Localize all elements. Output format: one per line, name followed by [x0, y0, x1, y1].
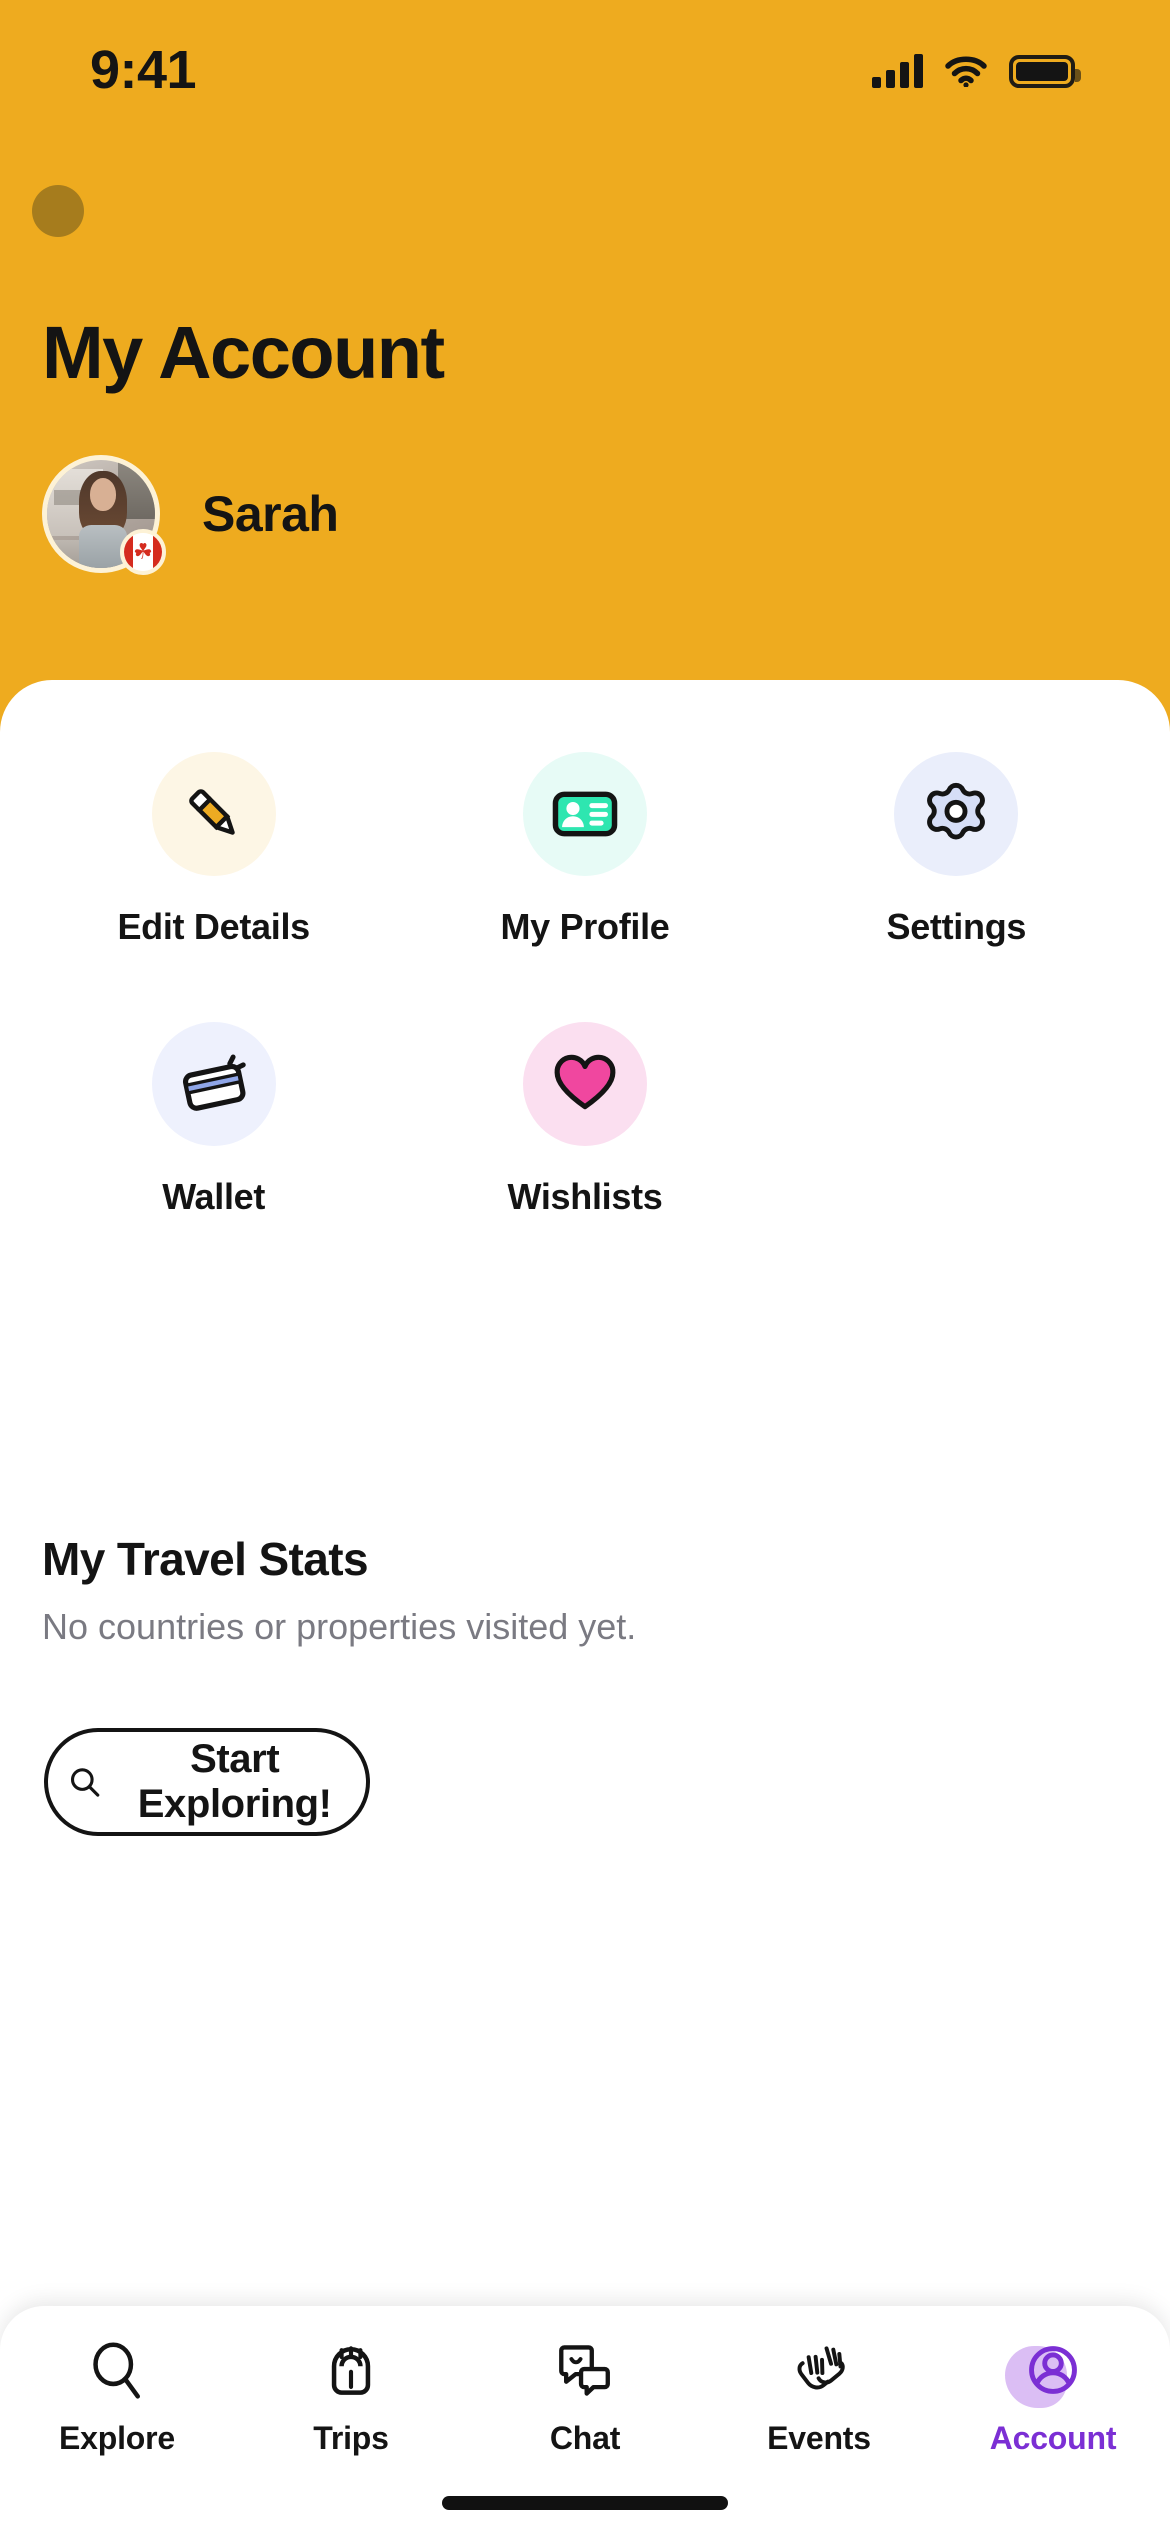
- bottom-tab-bar: Explore Trips Chat Events Account: [0, 2306, 1170, 2532]
- profile-summary[interactable]: ☘ Sarah: [42, 455, 339, 575]
- travel-stats-empty-message: No countries or properties visited yet.: [42, 1606, 637, 1647]
- quick-actions-grid: Edit Details My Profile Settings Wallet …: [0, 752, 1170, 1292]
- travel-stats-section: My Travel Stats No countries or properti…: [42, 1532, 1132, 1648]
- account-header: My Account ☘ Sarah: [0, 0, 1170, 700]
- avatar[interactable]: ☘: [42, 455, 166, 575]
- tab-trips[interactable]: Trips: [234, 2332, 468, 2457]
- tab-label: Trips: [313, 2420, 389, 2456]
- tab-label: Chat: [549, 2420, 621, 2456]
- search-icon: [70, 1768, 100, 1797]
- maple-leaf-glyph: ☘: [133, 533, 153, 571]
- quick-action-label: My Profile: [500, 906, 670, 947]
- start-exploring-button[interactable]: Start Exploring!: [44, 1728, 370, 1836]
- tab-explore[interactable]: Explore: [0, 2332, 234, 2457]
- backpack-icon: [319, 2332, 383, 2408]
- profile-name: Sarah: [202, 486, 339, 542]
- content-sheet: Edit Details My Profile Settings Wallet …: [0, 680, 1170, 2532]
- home-indicator: [442, 2496, 728, 2510]
- page-title: My Account: [42, 311, 445, 394]
- pencil-icon: [151, 752, 276, 876]
- tab-label: Account: [989, 2420, 1117, 2456]
- quick-action-wishlists[interactable]: Wishlists: [399, 1022, 770, 1218]
- start-exploring-label: Start Exploring!: [137, 1737, 332, 1826]
- tab-events[interactable]: Events: [702, 2332, 936, 2457]
- quick-action-label: Settings: [886, 906, 1027, 947]
- quick-action-my-profile[interactable]: My Profile: [399, 752, 770, 948]
- tab-label: Events: [767, 2420, 871, 2456]
- quick-action-label: Wallet: [162, 1176, 266, 1217]
- gear-icon: [894, 752, 1019, 876]
- tab-chat[interactable]: Chat: [468, 2332, 702, 2457]
- tab-label: Explore: [59, 2420, 175, 2456]
- quick-action-label: Edit Details: [117, 906, 310, 947]
- travel-stats-title: My Travel Stats: [42, 1533, 369, 1585]
- quick-action-label: Wishlists: [507, 1176, 663, 1217]
- brand-dot: [32, 185, 84, 237]
- canada-flag-badge: ☘: [120, 529, 166, 575]
- quick-action-settings[interactable]: Settings: [771, 752, 1142, 948]
- chat-bubbles-icon: [553, 2332, 617, 2408]
- id-card-icon: [522, 752, 647, 876]
- user-circle-icon: [1005, 2332, 1085, 2408]
- heart-icon: [522, 1022, 647, 1146]
- credit-card-icon: [151, 1022, 276, 1146]
- waving-hands-icon: [787, 2332, 851, 2408]
- app-screen: 9:41 My Account ☘ Sarah Edit Details My …: [0, 0, 1170, 2532]
- tab-account[interactable]: Account: [936, 2332, 1170, 2457]
- search-icon: [85, 2332, 149, 2408]
- quick-action-edit-details[interactable]: Edit Details: [28, 752, 399, 948]
- quick-action-wallet[interactable]: Wallet: [28, 1022, 399, 1218]
